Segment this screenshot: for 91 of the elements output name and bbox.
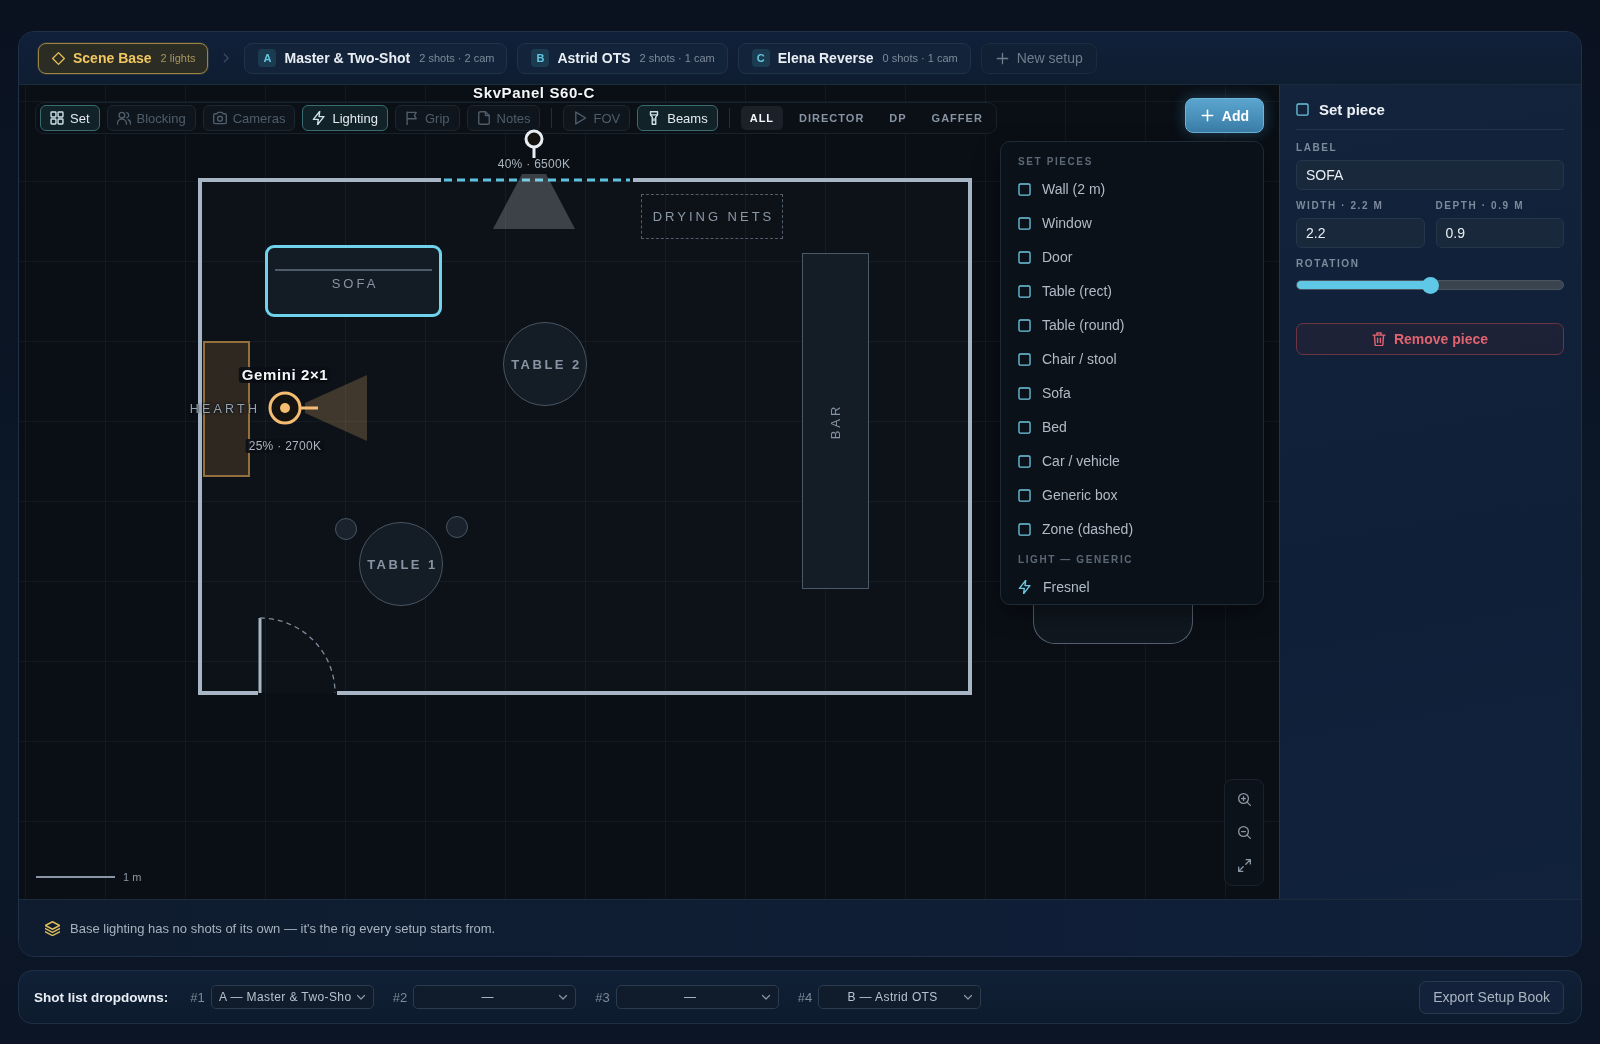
square-icon	[1018, 318, 1031, 332]
overlay-toggle[interactable]: Beams	[637, 105, 718, 131]
chevron-down-icon	[558, 992, 569, 1002]
width-input[interactable]: 2.2	[1296, 218, 1425, 248]
grid-icon	[50, 111, 64, 125]
square-icon	[1018, 386, 1031, 400]
play-icon	[573, 111, 588, 125]
menu-item[interactable]: Window	[1001, 206, 1263, 240]
square-icon	[1018, 182, 1031, 196]
setup-tab[interactable]: B Astrid OTS 2 shots · 1 cam	[517, 42, 728, 74]
square-icon	[1018, 352, 1031, 366]
zoom-out-icon	[1237, 826, 1251, 839]
square-icon	[1018, 284, 1031, 298]
plus-icon	[995, 51, 1009, 65]
add-button[interactable]: Add	[1184, 98, 1264, 133]
menu-section-heading: SET PIECES	[1018, 156, 1093, 168]
setup-letter-badge: C	[751, 49, 770, 67]
role-filter[interactable]: DIRECTOR	[790, 106, 874, 130]
sofa: SOFA	[265, 245, 442, 317]
menu-item[interactable]: Bed	[1001, 410, 1263, 444]
expand-icon	[1237, 859, 1251, 872]
round-table: TABLE 1	[359, 522, 443, 606]
square-icon	[1018, 420, 1031, 434]
bar-counter: BAR	[802, 253, 869, 589]
depth-input[interactable]: 0.9	[1435, 218, 1564, 248]
menu-item[interactable]: Zone (dashed)	[1001, 512, 1263, 546]
light-name: SkvPanel S60-C	[473, 85, 595, 101]
setup-tab[interactable]: A Master & Two-Shot 2 shots · 2 cam	[244, 42, 508, 74]
flag-icon	[404, 111, 419, 125]
square-icon	[1018, 454, 1031, 468]
setup-tab[interactable]: C Elena Reverse 0 shots · 1 cam	[737, 42, 971, 74]
menu-item[interactable]: Chair / stool	[1001, 342, 1263, 376]
role-filter[interactable]: GAFFER	[922, 106, 992, 130]
shot-list-label: Shot list dropdowns:	[34, 989, 169, 1005]
diamond-icon	[52, 51, 65, 65]
setup-letter-badge: B	[531, 49, 550, 67]
square-icon	[1296, 102, 1309, 116]
remove-piece-button[interactable]: Remove piece	[1296, 323, 1564, 355]
slot-number: #3	[595, 989, 610, 1005]
menu-item[interactable]: Car / vehicle	[1001, 444, 1263, 478]
field-label: DEPTH · 0.9 M	[1435, 201, 1525, 211]
role-filter[interactable]: DP	[880, 106, 916, 130]
camera-icon	[212, 111, 227, 125]
lightning-icon	[1018, 580, 1032, 594]
layer-toggle[interactable]: Set	[40, 105, 100, 131]
label-input[interactable]: SOFA	[1296, 160, 1564, 190]
square-icon	[1018, 522, 1031, 536]
menu-section-heading: LIGHT — GENERIC	[1018, 554, 1134, 566]
dashed-zone: DRYING NETS	[641, 194, 783, 239]
shot-select[interactable]: —	[615, 985, 779, 1009]
role-filter[interactable]: ALL	[740, 106, 784, 130]
slot-number: #4	[797, 989, 813, 1005]
plus-icon	[1200, 109, 1214, 122]
slot-number: #2	[392, 989, 408, 1005]
zoom-in-icon	[1237, 793, 1251, 806]
chevron-down-icon	[963, 992, 974, 1002]
menu-item[interactable]: Wall (2 m)	[1001, 172, 1263, 206]
new-setup-button[interactable]: New setup	[980, 42, 1097, 74]
slot-number: #1	[190, 989, 205, 1005]
menu-item[interactable]: Fresnel	[1001, 570, 1263, 604]
chevron-down-icon	[355, 992, 366, 1002]
layer-toggle[interactable]: Lighting	[302, 105, 388, 131]
shot-select[interactable]: A — Master & Two-Sho	[210, 985, 374, 1009]
shot-select[interactable]: —	[413, 985, 577, 1009]
lightning-icon	[312, 111, 327, 125]
menu-item[interactable]: Sofa	[1001, 376, 1263, 410]
round-table: TABLE 2	[503, 322, 587, 406]
field-label: WIDTH · 2.2 M	[1296, 201, 1384, 211]
layers-icon	[45, 920, 60, 936]
menu-item[interactable]: Generic box	[1001, 478, 1263, 512]
field-label: ROTATION	[1296, 259, 1360, 269]
trash-icon	[1371, 332, 1386, 346]
field-label: LABEL	[1296, 143, 1338, 153]
square-icon	[1018, 250, 1031, 264]
menu-item[interactable]: Door	[1001, 240, 1263, 274]
menu-item[interactable]: Table (round)	[1001, 308, 1263, 342]
setup-tab[interactable]: Scene Base 2 lights	[38, 42, 209, 74]
square-icon	[1018, 216, 1031, 230]
scale-label: 1 m	[123, 871, 142, 883]
panel-title: Set piece	[1319, 100, 1385, 118]
document-icon	[476, 111, 491, 125]
setup-letter-badge: A	[258, 49, 277, 67]
export-button[interactable]: Export Setup Book	[1419, 980, 1564, 1014]
info-message: Base lighting has no shots of its own — it's the rig every setup starts from.	[70, 920, 496, 936]
people-icon	[116, 111, 131, 125]
light-reading: 25% · 2700K	[245, 439, 325, 453]
chevron-down-icon	[760, 992, 771, 1002]
square-icon	[1018, 488, 1031, 502]
light-name: Gemini 2×1	[238, 367, 332, 383]
shot-select[interactable]: B — Astrid OTS	[818, 985, 982, 1009]
menu-item[interactable]: Table (rect)	[1001, 274, 1263, 308]
